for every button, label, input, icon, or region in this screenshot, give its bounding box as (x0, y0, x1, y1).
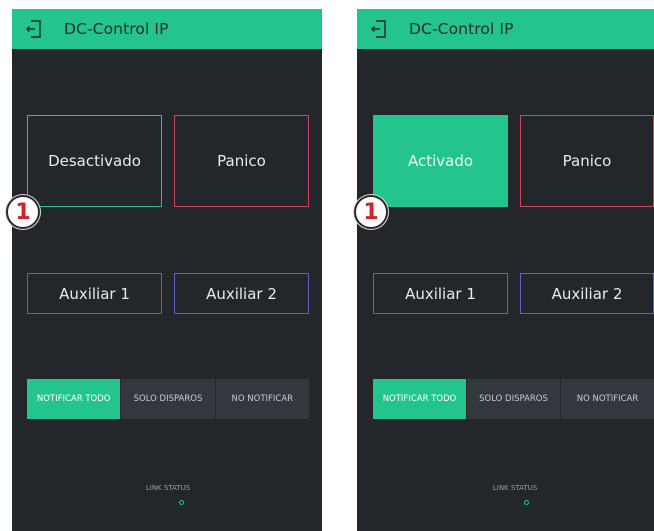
step-number-badge: 1 (354, 195, 388, 229)
phone-screen-right: DC-Control IP Activado Panico Auxiliar 1… (357, 9, 654, 531)
notification-segmented-control: NOTIFICAR TODO SOLO DISPAROS NO NOTIFICA… (373, 379, 654, 419)
link-status-indicator (179, 500, 184, 505)
app-bar: DC-Control IP (12, 9, 322, 49)
panic-button[interactable]: Panico (520, 115, 654, 207)
auxiliar-1-button[interactable]: Auxiliar 1 (373, 273, 508, 314)
phone-screen-left: DC-Control IP Desactivado Panico Auxilia… (12, 9, 322, 531)
app-title: DC-Control IP (64, 20, 169, 38)
auxiliar-1-button[interactable]: Auxiliar 1 (27, 273, 162, 314)
segment-notificar-todo[interactable]: NOTIFICAR TODO (373, 379, 466, 419)
app-bar: DC-Control IP (357, 9, 654, 49)
link-status-label: LINK STATUS (492, 484, 538, 492)
alarm-toggle-button[interactable]: Activado (373, 115, 508, 207)
step-number-badge: 1 (6, 195, 40, 229)
auxiliar-2-button[interactable]: Auxiliar 2 (174, 273, 309, 314)
alarm-toggle-button[interactable]: Desactivado (27, 115, 162, 207)
app-title: DC-Control IP (409, 20, 514, 38)
link-status-label: LINK STATUS (145, 484, 191, 492)
segment-no-notificar[interactable]: NO NOTIFICAR (560, 379, 654, 419)
panic-button[interactable]: Panico (174, 115, 309, 207)
segment-notificar-todo[interactable]: NOTIFICAR TODO (27, 379, 121, 419)
exit-icon[interactable] (369, 19, 389, 39)
exit-icon[interactable] (24, 19, 44, 39)
segment-no-notificar[interactable]: NO NOTIFICAR (214, 379, 309, 419)
link-status-indicator (524, 500, 529, 505)
segment-solo-disparos[interactable]: SOLO DISPAROS (466, 379, 560, 419)
auxiliar-2-button[interactable]: Auxiliar 2 (520, 273, 654, 314)
notification-segmented-control: NOTIFICAR TODO SOLO DISPAROS NO NOTIFICA… (27, 379, 309, 419)
segment-solo-disparos[interactable]: SOLO DISPAROS (120, 379, 214, 419)
